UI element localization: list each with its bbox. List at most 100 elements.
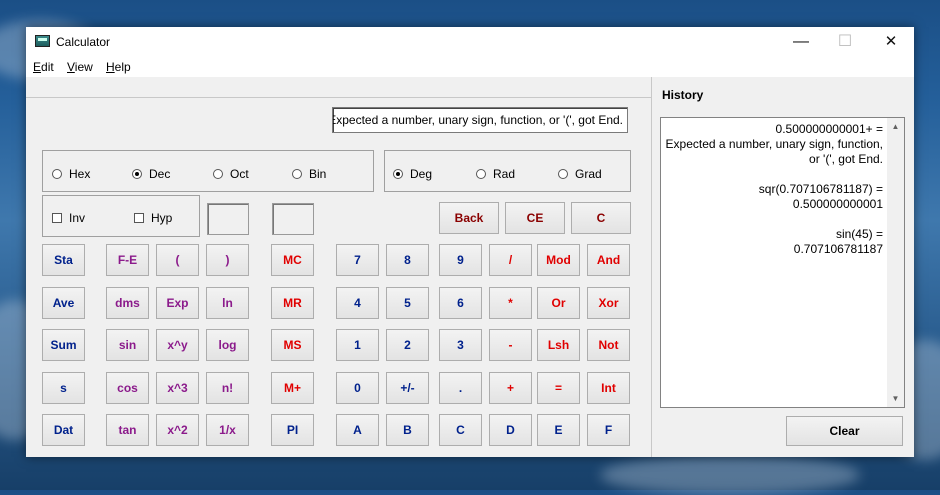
scroll-up-icon[interactable]: ▲ bbox=[887, 118, 904, 135]
open-paren-button[interactable]: ( bbox=[156, 244, 199, 276]
hex-c-button[interactable]: C bbox=[439, 414, 482, 446]
digit-7-button[interactable]: 7 bbox=[336, 244, 379, 276]
sign-toggle-button[interactable]: +/- bbox=[386, 372, 429, 404]
dms-button[interactable]: dms bbox=[106, 287, 149, 319]
cos-button[interactable]: cos bbox=[106, 372, 149, 404]
not-button[interactable]: Not bbox=[587, 329, 630, 361]
radio-circle-icon bbox=[52, 169, 62, 179]
s-button[interactable]: s bbox=[42, 372, 85, 404]
radio-circle-icon bbox=[292, 169, 302, 179]
memory-indicator bbox=[207, 203, 249, 235]
mod-button[interactable]: Mod bbox=[537, 244, 580, 276]
menu-bar: Edit View Help bbox=[26, 57, 914, 77]
menu-edit[interactable]: Edit bbox=[33, 60, 54, 74]
close-button[interactable]: ✕ bbox=[868, 27, 914, 57]
history-title: History bbox=[662, 88, 704, 102]
digit-1-button[interactable]: 1 bbox=[336, 329, 379, 361]
tan-button[interactable]: tan bbox=[106, 414, 149, 446]
digit-9-button[interactable]: 9 bbox=[439, 244, 482, 276]
ln-button[interactable]: ln bbox=[206, 287, 249, 319]
minimize-button[interactable]: — bbox=[778, 27, 824, 57]
radio-circle-icon bbox=[213, 169, 223, 179]
subtract-button[interactable]: - bbox=[489, 329, 532, 361]
radio-hex[interactable]: Hex bbox=[52, 167, 90, 181]
hex-e-button[interactable]: E bbox=[537, 414, 580, 446]
clear-history-button[interactable]: Clear bbox=[786, 416, 903, 446]
hex-a-button[interactable]: A bbox=[336, 414, 379, 446]
hex-f-button[interactable]: F bbox=[587, 414, 630, 446]
sum-button[interactable]: Sum bbox=[42, 329, 85, 361]
x-cubed-button[interactable]: x^3 bbox=[156, 372, 199, 404]
history-entry[interactable]: sqr(0.707106781187) = 0.500000000001 bbox=[663, 182, 883, 212]
maximize-button: ☐ bbox=[837, 33, 853, 50]
dat-button[interactable]: Dat bbox=[42, 414, 85, 446]
log-button[interactable]: log bbox=[206, 329, 249, 361]
equals-button[interactable]: = bbox=[537, 372, 580, 404]
checkbox-hyp[interactable]: Hyp bbox=[134, 211, 172, 225]
divide-button[interactable]: / bbox=[489, 244, 532, 276]
title-bar: Calculator — ☐ ✕ bbox=[26, 27, 914, 57]
m-plus-button[interactable]: M+ bbox=[271, 372, 314, 404]
x-pow-y-button[interactable]: x^y bbox=[156, 329, 199, 361]
menu-help[interactable]: Help bbox=[106, 60, 131, 74]
scroll-down-icon[interactable]: ▼ bbox=[887, 390, 904, 407]
digit-8-button[interactable]: 8 bbox=[386, 244, 429, 276]
checkbox-inv[interactable]: Inv bbox=[52, 211, 85, 225]
x-squared-button[interactable]: x^2 bbox=[156, 414, 199, 446]
radio-circle-icon bbox=[558, 169, 568, 179]
checkbox-icon bbox=[52, 213, 62, 223]
history-expression: sqr(0.707106781187) = bbox=[758, 182, 883, 196]
angle-group: Deg Rad Grad bbox=[384, 150, 631, 192]
history-entry[interactable]: 0.500000000001+ = Expected a number, una… bbox=[663, 122, 883, 167]
hex-d-button[interactable]: D bbox=[489, 414, 532, 446]
reciprocal-button[interactable]: 1/x bbox=[206, 414, 249, 446]
radio-deg[interactable]: Deg bbox=[393, 167, 432, 181]
inv-hyp-group: Inv Hyp bbox=[42, 195, 200, 237]
radio-bin[interactable]: Bin bbox=[292, 167, 326, 181]
history-entries: 0.500000000001+ = Expected a number, una… bbox=[663, 122, 883, 272]
decimal-point-button[interactable]: . bbox=[439, 372, 482, 404]
lsh-button[interactable]: Lsh bbox=[537, 329, 580, 361]
sin-button[interactable]: sin bbox=[106, 329, 149, 361]
radio-selected-icon bbox=[132, 169, 142, 179]
mc-button[interactable]: MC bbox=[271, 244, 314, 276]
ce-button[interactable]: CE bbox=[505, 202, 565, 234]
radio-dec[interactable]: Dec bbox=[132, 167, 170, 181]
checkbox-icon bbox=[134, 213, 144, 223]
history-entry[interactable]: sin(45) = 0.707106781187 bbox=[663, 227, 883, 257]
radio-rad[interactable]: Rad bbox=[476, 167, 515, 181]
factorial-button[interactable]: n! bbox=[206, 372, 249, 404]
history-scrollbar[interactable]: ▲ ▼ bbox=[887, 118, 904, 407]
xor-button[interactable]: Xor bbox=[587, 287, 630, 319]
mr-button[interactable]: MR bbox=[271, 287, 314, 319]
add-button[interactable]: + bbox=[489, 372, 532, 404]
digit-3-button[interactable]: 3 bbox=[439, 329, 482, 361]
fe-button[interactable]: F-E bbox=[106, 244, 149, 276]
exp-button[interactable]: Exp bbox=[156, 287, 199, 319]
digit-5-button[interactable]: 5 bbox=[386, 287, 429, 319]
multiply-button[interactable]: * bbox=[489, 287, 532, 319]
ave-button[interactable]: Ave bbox=[42, 287, 85, 319]
ms-button[interactable]: MS bbox=[271, 329, 314, 361]
back-button[interactable]: Back bbox=[439, 202, 499, 234]
panel-divider bbox=[651, 77, 652, 457]
sta-button[interactable]: Sta bbox=[42, 244, 85, 276]
pi-button[interactable]: PI bbox=[271, 414, 314, 446]
digit-6-button[interactable]: 6 bbox=[439, 287, 482, 319]
or-button[interactable]: Or bbox=[537, 287, 580, 319]
radio-grad[interactable]: Grad bbox=[558, 167, 602, 181]
history-list[interactable]: 0.500000000001+ = Expected a number, una… bbox=[660, 117, 905, 408]
digit-0-button[interactable]: 0 bbox=[336, 372, 379, 404]
digit-4-button[interactable]: 4 bbox=[336, 287, 379, 319]
int-button[interactable]: Int bbox=[587, 372, 630, 404]
and-button[interactable]: And bbox=[587, 244, 630, 276]
window-title: Calculator bbox=[56, 35, 111, 49]
radio-oct[interactable]: Oct bbox=[213, 167, 249, 181]
digit-2-button[interactable]: 2 bbox=[386, 329, 429, 361]
hex-b-button[interactable]: B bbox=[386, 414, 429, 446]
divider bbox=[26, 97, 652, 98]
clear-entry-all-button[interactable]: C bbox=[571, 202, 631, 234]
history-expression: sin(45) = bbox=[835, 227, 883, 241]
close-paren-button[interactable]: ) bbox=[206, 244, 249, 276]
menu-view[interactable]: View bbox=[67, 60, 93, 74]
